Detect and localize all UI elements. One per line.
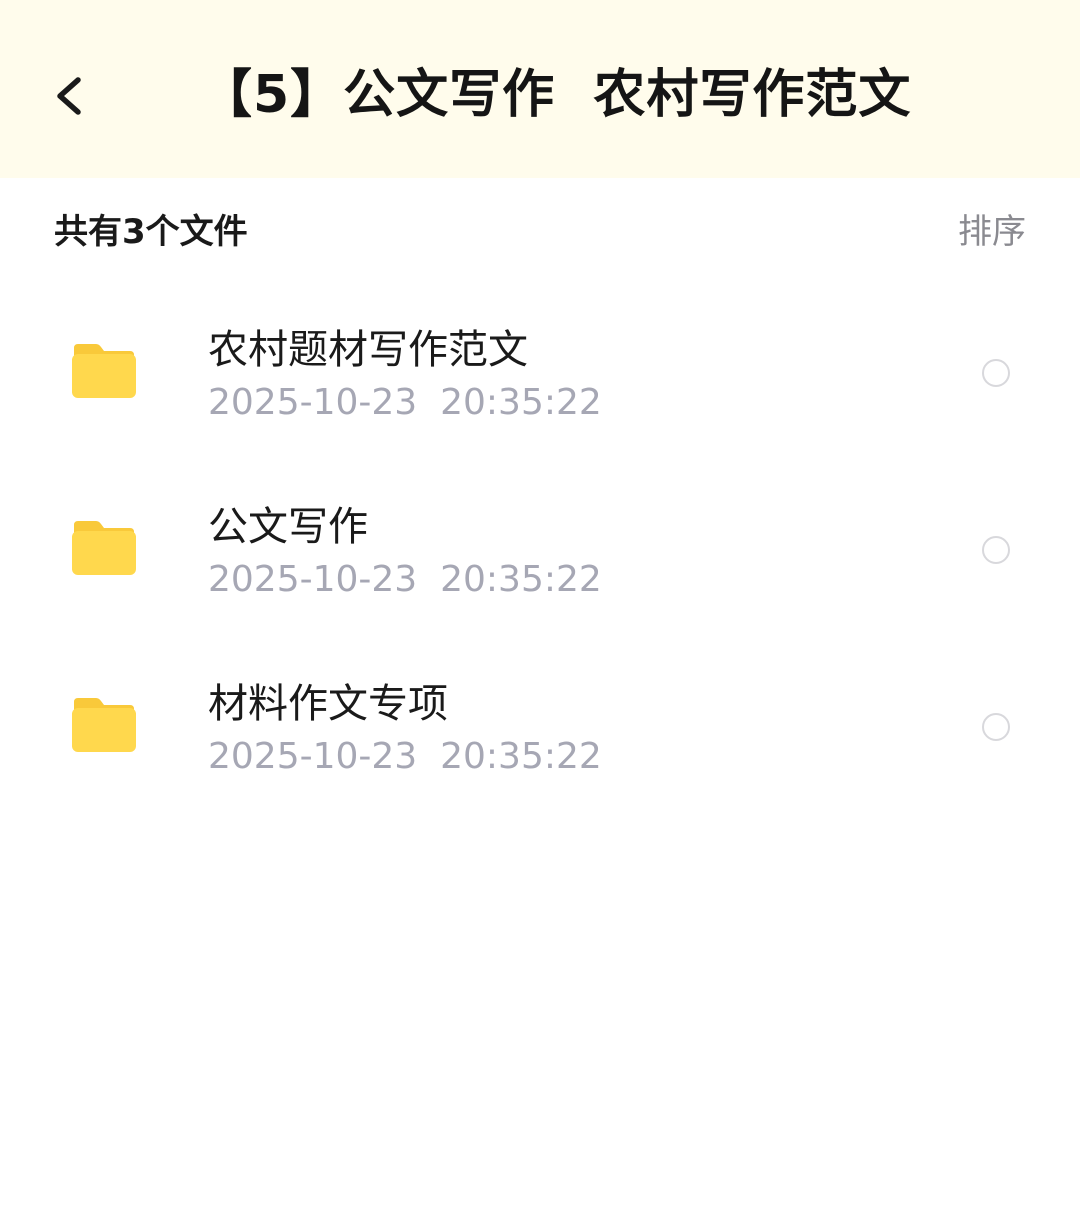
list-item[interactable]: 材料作文专项 2025-10-23 20:35:22 (0, 644, 1080, 821)
file-name: 公文写作 (208, 504, 368, 550)
file-list: 农村题材写作范文 2025-10-23 20:35:22 公文写作 2025-1… (0, 290, 1080, 821)
select-radio[interactable] (982, 536, 1010, 564)
list-item[interactable]: 农村题材写作范文 2025-10-23 20:35:22 (0, 290, 1080, 467)
file-date: 2025-10-23 20:35:22 (208, 736, 602, 777)
file-count-label: 共有3个文件 (54, 212, 248, 252)
select-radio[interactable] (982, 713, 1010, 741)
list-item[interactable]: 公文写作 2025-10-23 20:35:22 (0, 467, 1080, 644)
top-app-bar: 【5】公文写作 农村写作范文 (0, 0, 1080, 178)
file-name: 农村题材写作范文 (208, 327, 528, 373)
select-radio[interactable] (982, 359, 1010, 387)
file-summary-bar: 共有3个文件 排序 (0, 178, 1080, 288)
chevron-left-icon (57, 77, 81, 115)
file-date: 2025-10-23 20:35:22 (208, 382, 602, 423)
folder-icon (70, 696, 138, 756)
folder-icon (70, 342, 138, 402)
file-name: 材料作文专项 (208, 681, 448, 727)
back-button[interactable] (40, 62, 100, 128)
folder-icon (70, 519, 138, 579)
file-date: 2025-10-23 20:35:22 (208, 559, 602, 600)
page-title: 【5】公文写作 农村写作范文 (200, 65, 912, 125)
sort-button[interactable]: 排序 (958, 208, 1026, 256)
